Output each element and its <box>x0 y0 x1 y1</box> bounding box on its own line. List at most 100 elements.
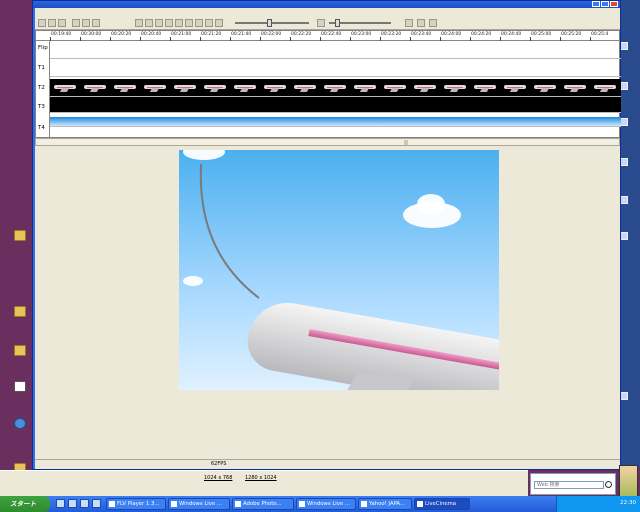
task-windows-live-1[interactable]: Windows Live ... <box>168 498 230 510</box>
film-frame[interactable] <box>141 80 169 95</box>
film-frame[interactable] <box>231 80 259 95</box>
ruler-tick-label: 00:20:20 <box>111 32 132 37</box>
film-frame[interactable] <box>51 80 79 95</box>
video-preview[interactable] <box>179 150 499 390</box>
ruler-tick-label: 00:23:00 <box>351 32 372 37</box>
shape-tool-icon[interactable] <box>165 19 173 27</box>
ruler-tick-label: 00:23:20 <box>381 32 402 37</box>
taskbar: スタート FLV Player 1.3... Windows Live ... … <box>0 496 640 512</box>
loop-icon[interactable] <box>429 19 437 27</box>
minimize-button[interactable] <box>592 1 600 7</box>
film-frame[interactable] <box>441 80 469 95</box>
quicklaunch-media-icon[interactable] <box>80 499 89 508</box>
film-frame[interactable] <box>381 80 409 95</box>
app-icon <box>299 501 305 507</box>
track-t2[interactable] <box>50 79 621 97</box>
film-frame[interactable] <box>261 80 289 95</box>
ruler-tick-label: 00:21:40 <box>231 32 252 37</box>
document-icon <box>14 381 26 392</box>
task-photoshop[interactable]: Adobe Photo... <box>232 498 294 510</box>
app-icon <box>171 501 177 507</box>
task-livecinema[interactable]: LiveCinema <box>414 498 470 510</box>
ruler-tick-label: 00:23:40 <box>411 32 432 37</box>
film-frame[interactable] <box>171 80 199 95</box>
stage-area <box>35 146 620 459</box>
ruler-tick-label: 00:19:40 <box>51 32 72 37</box>
quicklaunch-ie-icon[interactable] <box>56 499 65 508</box>
cut-icon[interactable] <box>72 19 80 27</box>
app-icon <box>235 501 241 507</box>
timeline-ruler[interactable]: 00:19:40 00:30:00 00:20:20 00:20:40 00:21:00… <box>36 31 619 41</box>
toolbar <box>35 16 620 30</box>
stop-icon[interactable] <box>417 19 425 27</box>
rewind-icon[interactable] <box>317 19 325 27</box>
new-icon[interactable] <box>38 19 46 27</box>
task-yahoo[interactable]: Yahoo! JAPA... <box>358 498 412 510</box>
fps-readout: 62FPS <box>211 461 227 467</box>
ruler-tick-label: 00:22:20 <box>291 32 312 37</box>
select-tool-icon[interactable] <box>135 19 143 27</box>
app-icon <box>109 501 115 507</box>
track-t3[interactable] <box>50 97 621 113</box>
film-frame[interactable] <box>201 80 229 95</box>
track-labels: Flip T1 T2 T3 T4 <box>36 41 50 137</box>
zoom-slider-track[interactable] <box>235 22 309 24</box>
task-windows-live-2[interactable]: Windows Live ... <box>296 498 356 510</box>
link[interactable]: 1024 x 768 <box>204 475 232 481</box>
track-t1[interactable] <box>50 59 621 77</box>
link[interactable]: 1280 x 1024 <box>245 475 277 481</box>
close-button[interactable] <box>610 1 618 7</box>
status-bar: 62FPS <box>35 459 620 469</box>
film-frame[interactable] <box>321 80 349 95</box>
live-search-box <box>530 473 616 495</box>
pointer-tool-icon[interactable] <box>145 19 153 27</box>
folder-icon <box>14 230 26 241</box>
image-tool-icon[interactable] <box>205 19 213 27</box>
window-titlebar[interactable] <box>33 1 620 8</box>
quicklaunch-explorer-icon[interactable] <box>92 499 101 508</box>
film-frame[interactable] <box>411 80 439 95</box>
search-icon[interactable] <box>605 481 612 488</box>
clock[interactable]: 22:30 <box>620 500 636 506</box>
scrollbar-thumb[interactable] <box>404 140 408 145</box>
timeline-scrollbar[interactable] <box>35 138 620 146</box>
track-label-t3: T3 <box>38 104 45 110</box>
timeline: 00:19:40 00:30:00 00:20:20 00:20:40 00:21:00… <box>35 30 621 138</box>
ruler-tick-label: 00:20:40 <box>141 32 162 37</box>
play-icon[interactable] <box>405 19 413 27</box>
ruler-tick-label: 00:25:4 <box>591 32 609 37</box>
system-tray: 22:30 <box>556 496 640 512</box>
paste-icon[interactable] <box>92 19 100 27</box>
track-label-t2: T2 <box>38 85 45 91</box>
zoom-slider-thumb[interactable] <box>267 19 272 27</box>
text-tool-icon[interactable] <box>155 19 163 27</box>
film-frame[interactable] <box>471 80 499 95</box>
seek-slider-thumb[interactable] <box>335 19 340 27</box>
task-flv-player[interactable]: FLV Player 1.3... <box>106 498 166 510</box>
film-frame[interactable] <box>81 80 109 95</box>
track-t4[interactable] <box>50 117 621 127</box>
frame-tool-icon[interactable] <box>215 19 223 27</box>
film-frame[interactable] <box>591 80 619 95</box>
copy-icon[interactable] <box>82 19 90 27</box>
track-label-t1: T1 <box>38 65 45 71</box>
film-frame[interactable] <box>351 80 379 95</box>
start-button[interactable]: スタート <box>0 496 50 512</box>
search-input[interactable] <box>534 481 604 489</box>
line-tool-icon[interactable] <box>175 19 183 27</box>
quicklaunch-desktop-icon[interactable] <box>68 499 77 508</box>
track-flip[interactable] <box>50 41 621 59</box>
film-frame[interactable] <box>291 80 319 95</box>
film-frame[interactable] <box>531 80 559 95</box>
film-frame[interactable] <box>561 80 589 95</box>
web-shortcut-icon <box>14 418 26 429</box>
save-icon[interactable] <box>58 19 66 27</box>
transform-tool-icon[interactable] <box>195 19 203 27</box>
maximize-button[interactable] <box>601 1 609 7</box>
ruler-tick-label: 00:21:00 <box>171 32 192 37</box>
film-frame[interactable] <box>111 80 139 95</box>
ruler-tick-label: 00:24:00 <box>441 32 462 37</box>
open-icon[interactable] <box>48 19 56 27</box>
film-frame[interactable] <box>501 80 529 95</box>
fill-tool-icon[interactable] <box>185 19 193 27</box>
